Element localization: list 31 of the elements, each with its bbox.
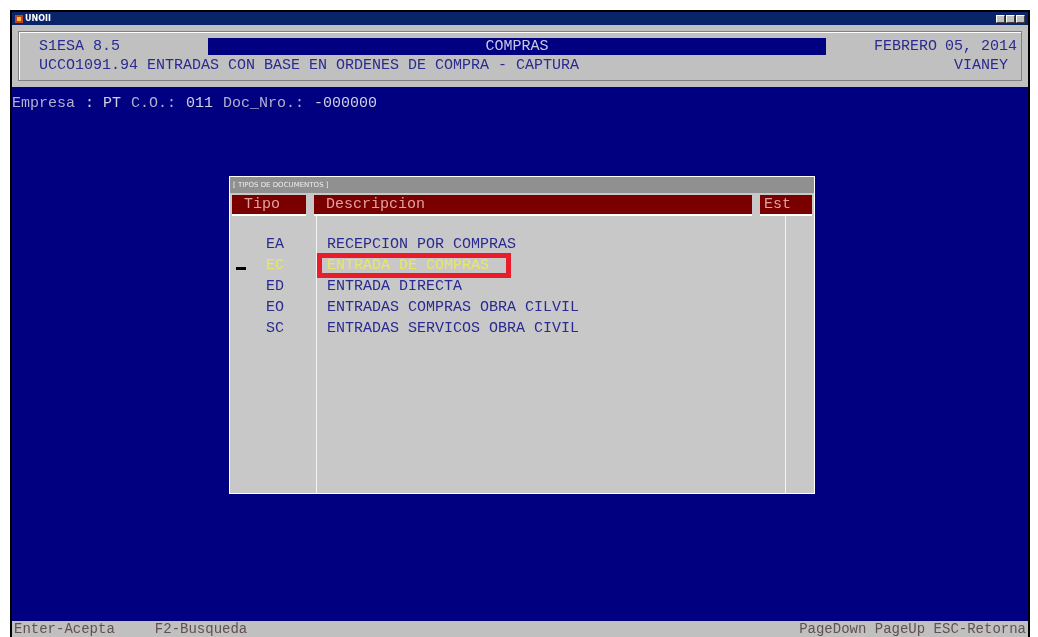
type-code[interactable]: SC <box>266 320 284 337</box>
column-header: Est <box>760 195 812 216</box>
column-header: Descripcion <box>314 195 752 216</box>
close-button[interactable] <box>1016 14 1025 23</box>
user-name: VIANEY <box>954 57 1008 74</box>
field-label: C.O.: <box>131 95 177 112</box>
field-value: : PT <box>85 95 122 112</box>
app-icon <box>15 14 23 23</box>
key-hint: F2-Busqueda <box>154 621 248 637</box>
date-month: FEBRERO <box>873 38 937 55</box>
maximize-button[interactable] <box>1006 14 1015 23</box>
window-title: UNOII <box>15 14 51 23</box>
module-title: COMPRAS <box>208 38 826 55</box>
field-label: Doc_Nro.: <box>223 95 305 112</box>
product-version: S1ESA 8.5 <box>39 38 120 55</box>
column-header: Tipo <box>232 195 306 216</box>
key-hint: Enter-Acepta <box>14 621 115 637</box>
minimize-button[interactable] <box>996 14 1005 23</box>
type-code[interactable]: EO <box>266 299 284 316</box>
field-value: 011 <box>186 95 214 112</box>
type-description[interactable]: ENTRADAS SERVICOS OBRA CIVIL <box>317 320 590 337</box>
type-description[interactable]: RECEPCION POR COMPRAS <box>317 236 527 253</box>
field-value: -000000 <box>314 95 378 112</box>
type-description[interactable]: ENTRADAS COMPRAS OBRA CILVIL <box>317 299 590 316</box>
program-title: UCCO1091.94 ENTRADAS CON BASE EN ORDENES DE COMPRA - CAPTURA <box>39 57 581 74</box>
type-code[interactable]: ED <box>266 278 284 295</box>
key-hint: PageDown PageUp ESC-Retorna <box>799 621 1026 637</box>
date-day: 05, 2014 <box>945 38 1017 55</box>
type-description[interactable]: ENTRADA DIRECTA <box>317 278 473 295</box>
type-code[interactable]: EA <box>266 236 284 253</box>
field-label: Empresa <box>12 95 75 112</box>
